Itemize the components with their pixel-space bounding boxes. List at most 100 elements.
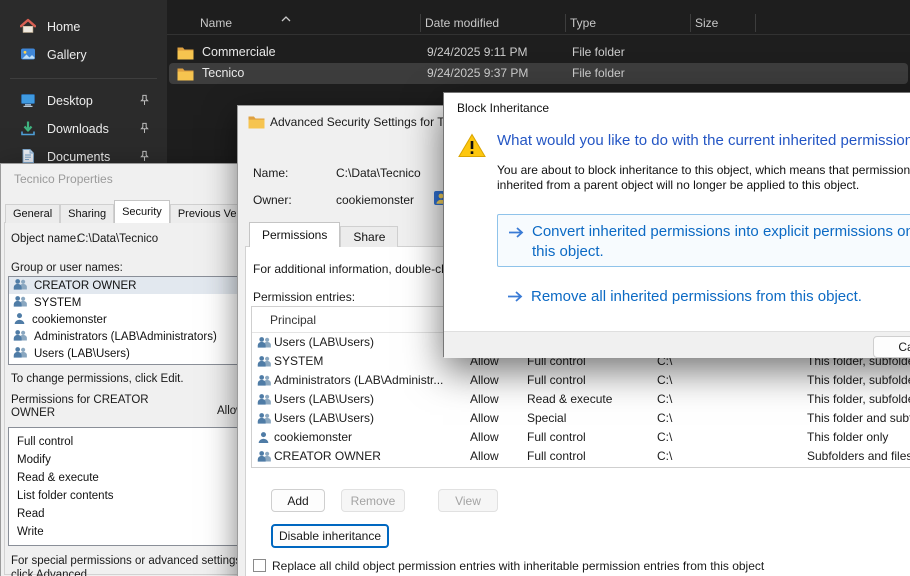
entry-principal: SYSTEM — [274, 352, 458, 371]
folder-icon — [177, 46, 194, 63]
column-divider[interactable] — [690, 14, 691, 32]
group-icon — [257, 374, 272, 390]
file-date: 9/24/2025 9:37 PM — [427, 63, 528, 84]
block-dialog-heading: What would you like to do with the curre… — [497, 132, 910, 149]
group-name: Administrators (LAB\Administrators) — [34, 331, 217, 343]
file-row-commerciale[interactable]: Commerciale 9/24/2025 9:11 PM File folde… — [169, 42, 908, 63]
sidebar-item-gallery[interactable]: Gallery — [6, 42, 161, 68]
owner-label: Owner: — [253, 193, 292, 207]
entry-permission: Full control — [527, 428, 649, 447]
command-link-text: Convert inherited permissions into expli… — [532, 222, 910, 262]
entry-inherited-from: C:\ — [657, 371, 799, 390]
entry-principal: Administrators (LAB\Administr... — [274, 371, 458, 390]
remove-permissions-command-link[interactable]: Remove all inherited permissions from th… — [497, 285, 910, 313]
command-link-line: Convert inherited permissions into expli… — [532, 222, 910, 242]
group-icon — [257, 450, 272, 466]
home-icon — [20, 18, 36, 37]
group-icon — [257, 412, 272, 428]
entry-access: Allow — [470, 371, 522, 390]
permission-entry-row[interactable]: Administrators (LAB\Administr... Allow F… — [252, 371, 910, 390]
dialog-title: Block Inheritance — [444, 93, 910, 123]
group-name: CREATOR OWNER — [34, 280, 136, 292]
folder-icon — [177, 67, 194, 84]
group-name: cookiemonster — [32, 314, 107, 326]
group-icon — [257, 336, 272, 352]
entry-access: Allow — [470, 390, 522, 409]
column-header-row: Name Date modified Type Size — [167, 12, 910, 34]
group-icon — [13, 329, 28, 345]
convert-permissions-command-link[interactable]: Convert inherited permissions into expli… — [497, 214, 910, 267]
owner-value: cookiemonster — [336, 193, 414, 207]
group-icon — [257, 355, 272, 371]
entry-permission: Special — [527, 409, 649, 428]
command-link-text: Remove all inherited permissions from th… — [531, 287, 862, 307]
disable-inheritance-button[interactable]: Disable inheritance — [271, 524, 389, 548]
advanced-hint-text: For special permissions or advanced sett… — [11, 554, 261, 576]
group-name: SYSTEM — [34, 297, 81, 309]
sidebar-item-desktop[interactable]: Desktop — [6, 88, 161, 114]
entry-inherited-from: C:\ — [657, 428, 799, 447]
entry-applies-to: Subfolders and files ... — [807, 447, 910, 466]
pin-icon — [138, 94, 151, 110]
entry-applies-to: This folder and subf... — [807, 409, 910, 428]
column-divider[interactable] — [755, 14, 756, 32]
column-header-date-modified[interactable]: Date modified — [425, 12, 499, 34]
command-link-line: this object. — [532, 242, 910, 262]
cancel-button[interactable]: Cancel — [873, 336, 910, 358]
remove-button[interactable]: Remove — [341, 489, 405, 512]
sort-ascending-icon — [281, 11, 291, 25]
permission-entries-label: Permission entries: — [253, 290, 355, 304]
entry-inherited-from: C:\ — [657, 390, 799, 409]
entry-principal: CREATOR OWNER — [274, 447, 458, 466]
tab-permissions[interactable]: Permissions — [249, 222, 340, 247]
permission-entry-row[interactable]: Users (LAB\Users) Allow Special C:\ This… — [252, 409, 910, 428]
column-divider[interactable] — [565, 14, 566, 32]
object-name-label: Object name: — [11, 233, 79, 245]
column-divider[interactable] — [420, 14, 421, 32]
user-icon — [13, 312, 26, 328]
file-row-tecnico[interactable]: Tecnico 9/24/2025 9:37 PM File folder — [169, 63, 908, 84]
gallery-icon — [20, 46, 36, 65]
column-header-name[interactable]: Name — [200, 12, 232, 34]
column-header-principal[interactable]: Principal — [270, 307, 316, 333]
user-icon — [257, 431, 270, 447]
entry-inherited-from: C:\ — [657, 447, 799, 466]
group-icon — [13, 278, 28, 294]
replace-permissions-checkbox[interactable] — [253, 559, 266, 572]
column-header-size[interactable]: Size — [695, 12, 718, 34]
tab-general[interactable]: General — [5, 204, 60, 223]
column-header-type[interactable]: Type — [570, 12, 596, 34]
object-name-value: C:\Data\Tecnico — [77, 233, 158, 245]
sidebar-item-home[interactable]: Home — [6, 14, 161, 40]
permissions-for-label: Permissions for CREATOR OWNER — [11, 394, 176, 420]
pin-icon — [138, 122, 151, 138]
tab-share[interactable]: Share — [340, 226, 398, 247]
entry-principal: Users (LAB\Users) — [274, 390, 458, 409]
permission-entry-row[interactable]: CREATOR OWNER Allow Full control C:\ Sub… — [252, 447, 910, 466]
edit-hint-text: To change permissions, click Edit. — [11, 373, 184, 385]
block-dialog-body: You are about to block inheritance to th… — [497, 163, 910, 193]
tab-security[interactable]: Security — [114, 200, 170, 223]
entry-principal: Users (LAB\Users) — [274, 409, 458, 428]
permission-entry-row[interactable]: Users (LAB\Users) Allow Read & execute C… — [252, 390, 910, 409]
sidebar-item-label: Desktop — [47, 94, 93, 108]
sidebar-item-label: Home — [47, 20, 80, 34]
view-button[interactable]: View — [438, 489, 498, 512]
add-button[interactable]: Add — [271, 489, 325, 512]
properties-tabstrip: General Sharing Security Previous Versio… — [5, 200, 274, 223]
permission-entry-row[interactable]: cookiemonster Allow Full control C:\ Thi… — [252, 428, 910, 447]
downloads-icon — [20, 120, 36, 139]
block-inheritance-dialog: Block Inheritance What would you like to… — [443, 92, 910, 357]
group-name: Users (LAB\Users) — [34, 348, 130, 360]
tab-sharing[interactable]: Sharing — [60, 204, 114, 223]
entry-permission: Full control — [527, 447, 649, 466]
entry-applies-to: This folder, subfolde... — [807, 371, 910, 390]
sidebar-item-downloads[interactable]: Downloads — [6, 116, 161, 142]
entry-access: Allow — [470, 447, 522, 466]
group-icon — [13, 295, 28, 311]
command-arrow-icon — [508, 226, 526, 242]
name-label: Name: — [253, 166, 288, 180]
desktop-icon — [20, 92, 36, 111]
entry-permission: Full control — [527, 371, 649, 390]
header-divider — [167, 34, 910, 35]
